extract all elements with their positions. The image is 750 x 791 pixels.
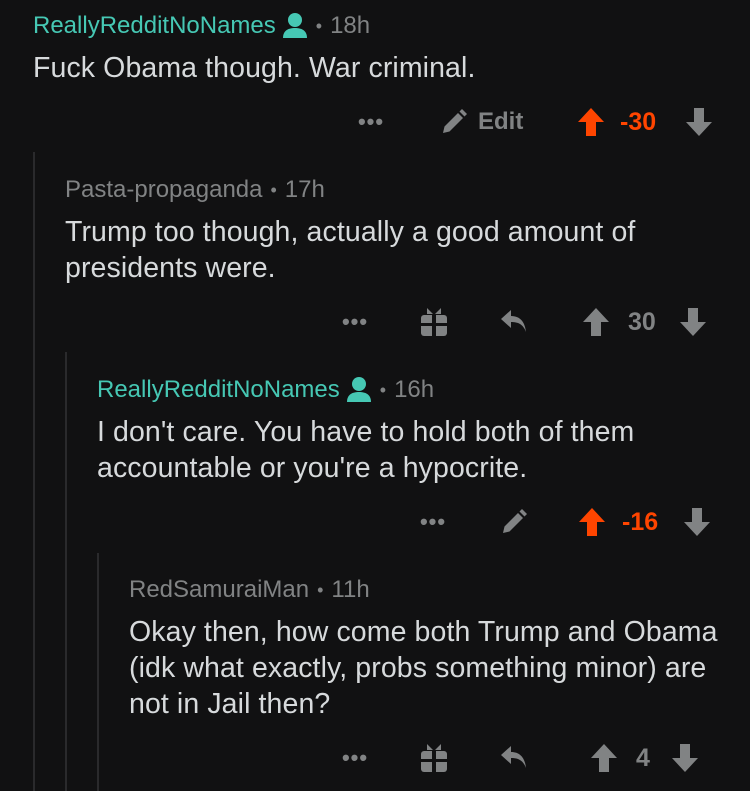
thread-line-1[interactable] [33, 152, 35, 791]
comment-age: 11h [331, 576, 370, 603]
reply-arrow-icon [499, 307, 529, 337]
meta-separator: • [317, 579, 324, 600]
reply-arrow-icon [499, 743, 529, 773]
meta-separator: • [315, 15, 323, 36]
comment-meta: ReallyRedditNoNames • 16h [97, 374, 750, 406]
upvote-button[interactable] [576, 106, 606, 138]
comment-body: Trump too though, actually a good amount… [65, 216, 636, 284]
comment: ReallyRedditNoNames • 18h Fuck Obama tho… [33, 10, 750, 86]
edit-button[interactable]: Edit [440, 104, 523, 140]
pencil-icon [440, 108, 468, 136]
more-options-button[interactable]: ••• [356, 108, 386, 136]
comment-thread: ReallyRedditNoNames • 18h Fuck Obama tho… [0, 0, 750, 791]
edit-button[interactable] [498, 506, 530, 538]
meta-separator: • [270, 179, 277, 200]
upvote-button[interactable] [589, 742, 619, 774]
gift-icon [419, 742, 449, 774]
comment: RedSamuraiMan • 11h Okay then, how come … [129, 574, 750, 722]
comment-meta: ReallyRedditNoNames • 18h [33, 10, 750, 42]
comment-meta: Pasta-propaganda • 17h [65, 174, 750, 206]
more-options-button[interactable]: ••• [340, 308, 370, 336]
upvote-arrow-icon [582, 307, 610, 337]
gift-icon [419, 306, 449, 338]
pencil-icon [500, 508, 528, 536]
downvote-arrow-icon [683, 507, 711, 537]
award-button[interactable] [418, 741, 450, 775]
vote-score: -30 [620, 107, 657, 136]
op-user-icon [282, 12, 308, 40]
vote-score: 30 [628, 307, 656, 336]
downvote-button[interactable] [678, 306, 708, 338]
upvote-arrow-icon [578, 507, 606, 537]
author-link[interactable]: RedSamuraiMan [129, 576, 309, 604]
comment-body: Okay then, how come both Trump and Obama… [129, 616, 718, 720]
downvote-button[interactable] [682, 506, 712, 538]
upvote-button[interactable] [581, 306, 611, 338]
more-options-button[interactable]: ••• [340, 744, 370, 772]
reply-button[interactable] [498, 742, 530, 774]
author-link[interactable]: ReallyRedditNoNames [97, 376, 340, 404]
upvote-arrow-icon [577, 107, 605, 137]
comment-meta: RedSamuraiMan • 11h [129, 574, 750, 606]
award-button[interactable] [418, 305, 450, 339]
thread-line-2[interactable] [65, 352, 67, 791]
downvote-arrow-icon [671, 743, 699, 773]
more-options-button[interactable]: ••• [418, 508, 448, 536]
comment-body: I don't care. You have to hold both of t… [97, 416, 635, 484]
upvote-button[interactable] [577, 506, 607, 538]
comment-age: 16h [394, 376, 435, 403]
vote-score: -16 [622, 507, 659, 536]
downvote-arrow-icon [679, 307, 707, 337]
comment: ReallyRedditNoNames • 16h I don't care. … [97, 374, 750, 486]
op-user-icon [346, 376, 372, 404]
author-link[interactable]: Pasta-propaganda [65, 176, 262, 204]
downvote-button[interactable] [684, 106, 714, 138]
upvote-arrow-icon [590, 743, 618, 773]
thread-line-3[interactable] [97, 553, 99, 791]
comment: Pasta-propaganda • 17h Trump too though,… [65, 174, 750, 286]
reply-button[interactable] [498, 306, 530, 338]
comment-body: Fuck Obama though. War criminal. [33, 52, 476, 84]
vote-score: 4 [636, 743, 650, 772]
meta-separator: • [379, 379, 387, 400]
comment-age: 18h [330, 12, 371, 39]
author-link[interactable]: ReallyRedditNoNames [33, 12, 276, 40]
comment-age: 17h [284, 176, 325, 203]
downvote-button[interactable] [670, 742, 700, 774]
downvote-arrow-icon [685, 107, 713, 137]
edit-label: Edit [478, 108, 524, 135]
